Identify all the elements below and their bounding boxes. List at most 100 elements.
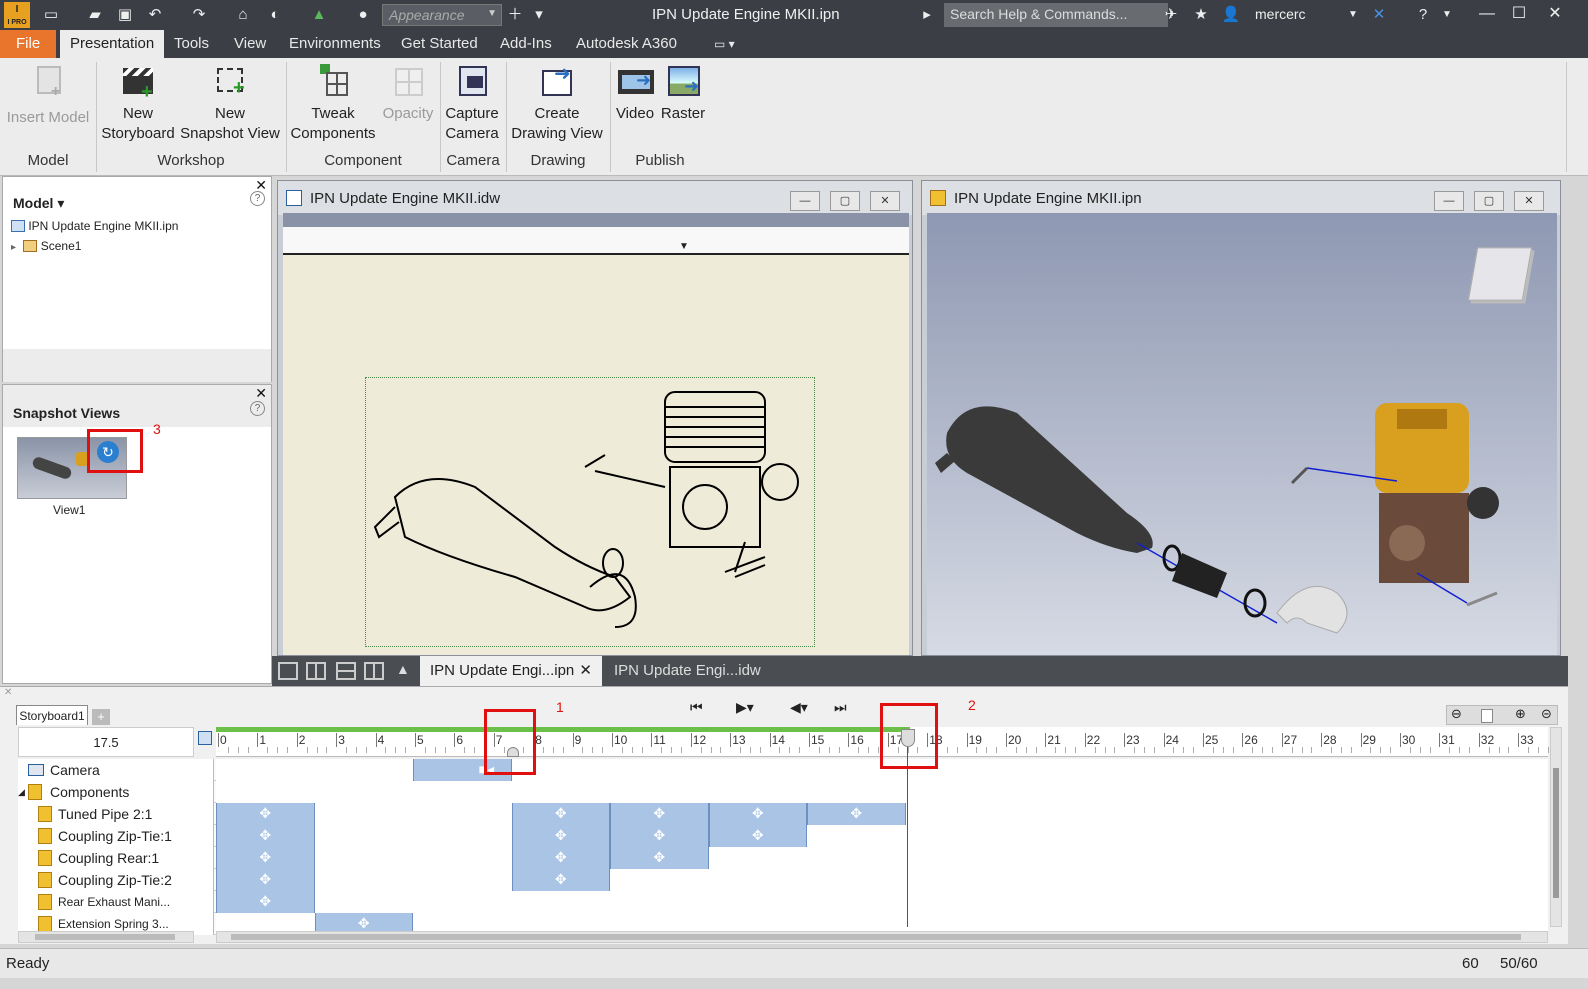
- tab-view[interactable]: View: [224, 30, 276, 58]
- tweak-action-block[interactable]: ✥: [216, 891, 315, 913]
- close-icon[interactable]: ✕: [1540, 2, 1570, 26]
- customize-icon[interactable]: ▾: [528, 5, 550, 25]
- timeline-lane[interactable]: ✥ ✥ ✥ ✥: [216, 825, 1548, 847]
- new-file-icon[interactable]: ▭: [40, 5, 62, 25]
- model-browser-header[interactable]: Model ▾: [13, 195, 64, 212]
- help-icon[interactable]: ?: [1412, 5, 1434, 25]
- restore-icon[interactable]: ▢: [1474, 191, 1504, 211]
- close-tab-icon[interactable]: ✕: [579, 656, 592, 686]
- tab-tools[interactable]: Tools: [164, 30, 219, 58]
- tweak-action-block[interactable]: ✥: [216, 847, 315, 869]
- timeline-lane[interactable]: ✥ ✥ ✥ ✥ ✥: [216, 803, 1548, 825]
- tile-icon[interactable]: [306, 662, 326, 680]
- tweak-action-block[interactable]: ✥: [216, 803, 315, 825]
- tweak-action-block[interactable]: ✥: [708, 803, 807, 825]
- go-to-start-icon[interactable]: ⏮: [690, 699, 703, 716]
- expand-icon[interactable]: ▸: [11, 242, 16, 253]
- horizontal-tile-icon[interactable]: [336, 662, 356, 680]
- timeline-lane[interactable]: [216, 781, 1548, 803]
- save-icon[interactable]: ▣: [114, 5, 136, 25]
- labels-scrollbar[interactable]: [18, 931, 194, 943]
- drawing-window[interactable]: IPN Update Engine MKII.idw — ▢ ✕ ▼: [277, 180, 913, 656]
- home-icon[interactable]: ⌂: [232, 5, 254, 25]
- storyboard-close-icon[interactable]: ✕: [4, 687, 12, 698]
- model-window-titlebar[interactable]: IPN Update Engine MKII.ipn: [922, 181, 1560, 215]
- tweak-action-block[interactable]: ✥: [807, 803, 906, 825]
- tweak-action-block[interactable]: ✥: [610, 825, 709, 847]
- capture-camera-button[interactable]: Capture Camera: [442, 62, 502, 144]
- restore-icon[interactable]: ▢: [830, 191, 860, 211]
- opacity-button[interactable]: Opacity: [378, 62, 438, 124]
- close-icon[interactable]: ✕: [255, 385, 267, 402]
- timeline-row-label[interactable]: Rear Exhaust Mani...: [18, 891, 214, 913]
- minimize-icon[interactable]: —: [790, 191, 820, 211]
- user-dropdown-icon[interactable]: ▼: [1342, 5, 1364, 25]
- star-icon[interactable]: ★: [1190, 5, 1212, 25]
- update-icon[interactable]: ▲: [308, 5, 330, 25]
- timeline-v-scrollbar[interactable]: [1550, 727, 1562, 927]
- timeline-lane[interactable]: ✥ ✥ ✥: [216, 847, 1548, 869]
- timeline-row[interactable]: Coupling Zip-Tie:1 ✥ ✥ ✥ ✥: [18, 825, 1548, 847]
- new-snapshot-view-button[interactable]: + New Snapshot View: [180, 62, 280, 144]
- undo-icon[interactable]: ↶: [144, 5, 166, 25]
- material-icon[interactable]: ●: [352, 5, 374, 25]
- exchange-icon[interactable]: ✕: [1368, 5, 1390, 25]
- tweak-action-block[interactable]: ✥: [216, 825, 315, 847]
- user-icon[interactable]: 👤: [1220, 5, 1242, 25]
- timeline-row-label[interactable]: Camera: [18, 759, 214, 781]
- tweak-action-block[interactable]: ✥: [610, 847, 709, 869]
- tweak-action-block[interactable]: ✥: [216, 869, 315, 891]
- tab-add-ins[interactable]: Add-Ins: [490, 30, 562, 58]
- tab-presentation[interactable]: Presentation: [60, 30, 165, 58]
- model-window[interactable]: IPN Update Engine MKII.ipn — ▢ ✕: [921, 180, 1561, 656]
- timeline-row-label[interactable]: Coupling Zip-Tie:2: [18, 869, 214, 891]
- close-icon[interactable]: ✕: [870, 191, 900, 211]
- new-storyboard-button[interactable]: + New Storyboard: [100, 62, 176, 144]
- timeline-row[interactable]: Tuned Pipe 2:1 ✥ ✥ ✥ ✥ ✥: [18, 803, 1548, 825]
- tab-menu-icon[interactable]: ▲: [396, 661, 410, 677]
- plus-icon[interactable]: ＋: [504, 5, 526, 25]
- tree-item-scene1[interactable]: ▸ Scene1: [11, 239, 81, 253]
- timeline-lane[interactable]: ✥: [216, 891, 1548, 913]
- arrow-right-icon[interactable]: ▸: [916, 5, 938, 25]
- tweak-action-block[interactable]: ✥: [511, 847, 610, 869]
- timeline-row-label[interactable]: Tuned Pipe 2:1: [18, 803, 214, 825]
- zoom-in-icon[interactable]: ⊕: [1515, 706, 1526, 722]
- timeline-row[interactable]: Camera ■◂: [18, 759, 1548, 781]
- tweak-action-block[interactable]: ✥: [610, 803, 709, 825]
- redo-icon[interactable]: ↷: [188, 5, 210, 25]
- model-viewport[interactable]: [927, 213, 1557, 655]
- close-icon[interactable]: ✕: [1514, 191, 1544, 211]
- doc-tab-ipn[interactable]: IPN Update Engi...ipn ✕: [420, 656, 602, 686]
- timeline-row-label[interactable]: Coupling Rear:1: [18, 847, 214, 869]
- zoom-out-icon[interactable]: ⊖: [1451, 706, 1462, 722]
- help-icon[interactable]: ?: [250, 401, 265, 416]
- timeline-row-label[interactable]: Components ◢: [18, 781, 214, 803]
- play-reverse-icon[interactable]: ◀▾: [790, 699, 808, 716]
- video-button[interactable]: ➜ Video: [612, 62, 658, 124]
- raster-button[interactable]: ➜ Raster: [660, 62, 706, 124]
- timeline-row[interactable]: Components ◢: [18, 781, 1548, 803]
- collapse-icon[interactable]: ⊝: [1541, 706, 1552, 722]
- tree-item-ipn-file[interactable]: IPN Update Engine MKII.ipn: [11, 219, 178, 233]
- timeline-row-label[interactable]: Coupling Zip-Tie:1: [18, 825, 214, 847]
- sign-in-icon[interactable]: ✈: [1160, 5, 1182, 25]
- tab-environments[interactable]: Environments: [279, 30, 391, 58]
- tab-get-started[interactable]: Get Started: [391, 30, 488, 58]
- zoom-slider[interactable]: [1481, 709, 1493, 723]
- help-dropdown-icon[interactable]: ▼: [1436, 5, 1458, 25]
- help-icon[interactable]: ?: [250, 191, 265, 206]
- timeline-row[interactable]: Rear Exhaust Mani... ✥: [18, 891, 1548, 913]
- storyboard-tab[interactable]: Storyboard1: [16, 705, 88, 725]
- tweak-action-block[interactable]: ✥: [511, 803, 610, 825]
- select-icon[interactable]: ◐: [264, 5, 286, 25]
- tweak-action-block[interactable]: ✥: [511, 869, 610, 891]
- tweak-components-button[interactable]: Tweak Components: [290, 62, 376, 144]
- appearance-dropdown[interactable]: Appearance ▼: [382, 4, 502, 26]
- open-folder-icon[interactable]: ▰: [84, 5, 106, 25]
- vertical-tile-icon[interactable]: [364, 662, 384, 680]
- tab-autodesk-a360[interactable]: Autodesk A360: [566, 30, 687, 58]
- drawing-sheet[interactable]: ▼: [283, 227, 909, 655]
- collapse-icon[interactable]: ◢: [18, 781, 25, 803]
- tweak-action-block[interactable]: ✥: [708, 825, 807, 847]
